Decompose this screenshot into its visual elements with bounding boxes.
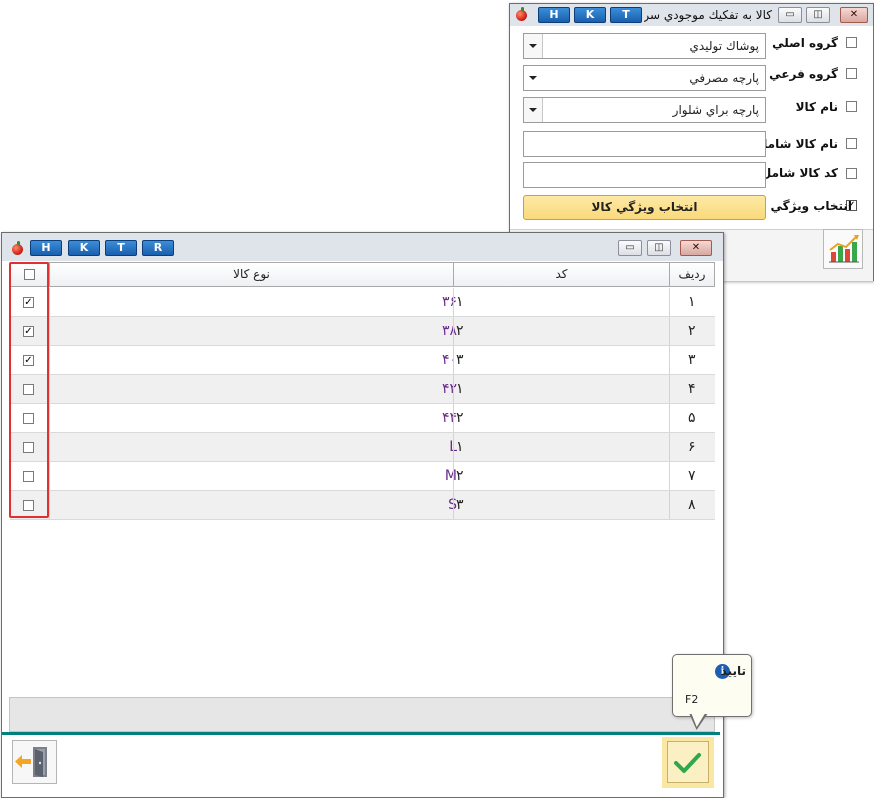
tooltip-pointer-fill: [688, 713, 706, 727]
tooltip-title: تاييد: [720, 664, 746, 678]
bar-chart-icon: [829, 235, 859, 263]
sub-group-checkbox[interactable]: [846, 68, 857, 79]
row-number: ۳: [688, 352, 696, 368]
column-header-type[interactable]: نوع كالا: [49, 262, 454, 287]
name-contains-checkbox[interactable]: [846, 138, 857, 149]
key-t-button[interactable]: T: [105, 240, 137, 256]
row-type: ۴۴: [441, 410, 457, 426]
item-name-value: پارچه براي شلوار: [672, 103, 759, 117]
checkmark-icon: [674, 753, 701, 773]
filter-window-titlebar: H K T كالا به تفكيك موجودي سر ▭ ◫ ✕: [510, 4, 873, 26]
exit-button[interactable]: [12, 740, 57, 784]
table-row[interactable]: ۴۴ ۲ ۵: [10, 404, 715, 433]
chevron-down-icon[interactable]: [524, 34, 543, 58]
sub-group-value: پارچه مصرفي: [689, 71, 759, 85]
sub-group-dropdown[interactable]: پارچه مصرفي: [523, 65, 766, 91]
row-code: ۲: [456, 323, 464, 339]
table-row[interactable]: ✓ ۳۶ ۱ ۱: [10, 288, 715, 317]
confirm-button[interactable]: [662, 737, 714, 788]
status-bar: [9, 697, 715, 732]
row-number: ۶: [688, 439, 696, 455]
item-name-label: نام كالا: [795, 100, 838, 114]
main-group-label: گروه اصلي: [772, 36, 838, 50]
row-number: ۱: [688, 294, 696, 310]
row-code: ۳: [456, 352, 464, 368]
feature-select-label: انتخاب ويژگي: [770, 199, 852, 213]
row-code: ۱: [456, 381, 464, 397]
key-h-button[interactable]: H: [538, 7, 570, 23]
minimize-button[interactable]: ▭: [778, 7, 802, 23]
app-apple-icon: [12, 241, 23, 255]
report-chart-button[interactable]: [823, 229, 863, 269]
table-row[interactable]: M ۲ ۷: [10, 462, 715, 491]
footer-area: [2, 735, 720, 795]
row-type: ۳۸: [441, 323, 457, 339]
code-contains-checkbox[interactable]: [846, 168, 857, 179]
checkbox-column-highlight: [9, 262, 49, 518]
item-name-dropdown[interactable]: پارچه براي شلوار: [523, 97, 766, 123]
row-number: ۷: [688, 468, 696, 484]
row-type: ۴۰: [441, 352, 457, 368]
row-type: ۳۶: [441, 294, 457, 310]
row-number: ۸: [688, 497, 696, 513]
column-header-row[interactable]: رديف: [669, 262, 715, 287]
row-code: ۱: [456, 439, 464, 455]
confirm-tooltip: i تاييد F2: [672, 654, 752, 717]
item-name-checkbox[interactable]: [846, 101, 857, 112]
row-number: ۴: [688, 381, 696, 397]
table-row[interactable]: ✓ ۳۸ ۲ ۲: [10, 317, 715, 346]
tooltip-shortcut: F2: [685, 693, 699, 706]
table-row[interactable]: S ۳ ۸: [10, 491, 715, 520]
chevron-down-icon[interactable]: [524, 66, 542, 90]
table-row[interactable]: ✓ ۴۰ ۳ ۳: [10, 346, 715, 375]
restore-button[interactable]: ◫: [647, 240, 671, 256]
name-contains-label: نام كالا شامل: [756, 137, 838, 151]
key-h-button[interactable]: H: [30, 240, 62, 256]
main-group-checkbox[interactable]: [846, 37, 857, 48]
row-type: ۴۲: [441, 381, 457, 397]
row-code: ۳: [456, 497, 464, 513]
key-k-button[interactable]: K: [68, 240, 100, 256]
column-header-code[interactable]: كد: [453, 262, 670, 287]
table-row[interactable]: ۴۲ ۱ ۴: [10, 375, 715, 404]
row-code: ۱: [456, 294, 464, 310]
sub-group-label: گروه فرعي: [769, 67, 838, 81]
selection-window-titlebar: H K T R ▭ ◫ ✕: [2, 233, 723, 261]
close-button[interactable]: ✕: [680, 240, 712, 256]
minimize-button[interactable]: ▭: [618, 240, 642, 256]
feature-select-button[interactable]: انتخاب ويژگي كالا: [523, 195, 766, 220]
row-code: ۲: [456, 410, 464, 426]
key-r-button[interactable]: R: [142, 240, 174, 256]
app-apple-icon: [516, 7, 527, 21]
main-group-dropdown[interactable]: پوشاك توليدي: [523, 33, 766, 59]
close-button[interactable]: ✕: [840, 7, 868, 23]
key-t-button[interactable]: T: [610, 7, 642, 23]
filter-window-title: كالا به تفكيك موجودي سر: [644, 8, 772, 22]
table-row[interactable]: L ۱ ۶: [10, 433, 715, 462]
code-contains-label: كد كالا شامل: [760, 166, 838, 180]
key-k-button[interactable]: K: [574, 7, 606, 23]
name-contains-input[interactable]: [523, 131, 766, 157]
row-number: ۵: [688, 410, 696, 426]
row-code: ۲: [456, 468, 464, 484]
row-number: ۲: [688, 323, 696, 339]
chevron-down-icon[interactable]: [524, 98, 543, 122]
code-contains-input[interactable]: [523, 162, 766, 188]
restore-button[interactable]: ◫: [806, 7, 830, 23]
main-group-value: پوشاك توليدي: [689, 39, 759, 53]
exit-door-icon: [15, 747, 47, 777]
